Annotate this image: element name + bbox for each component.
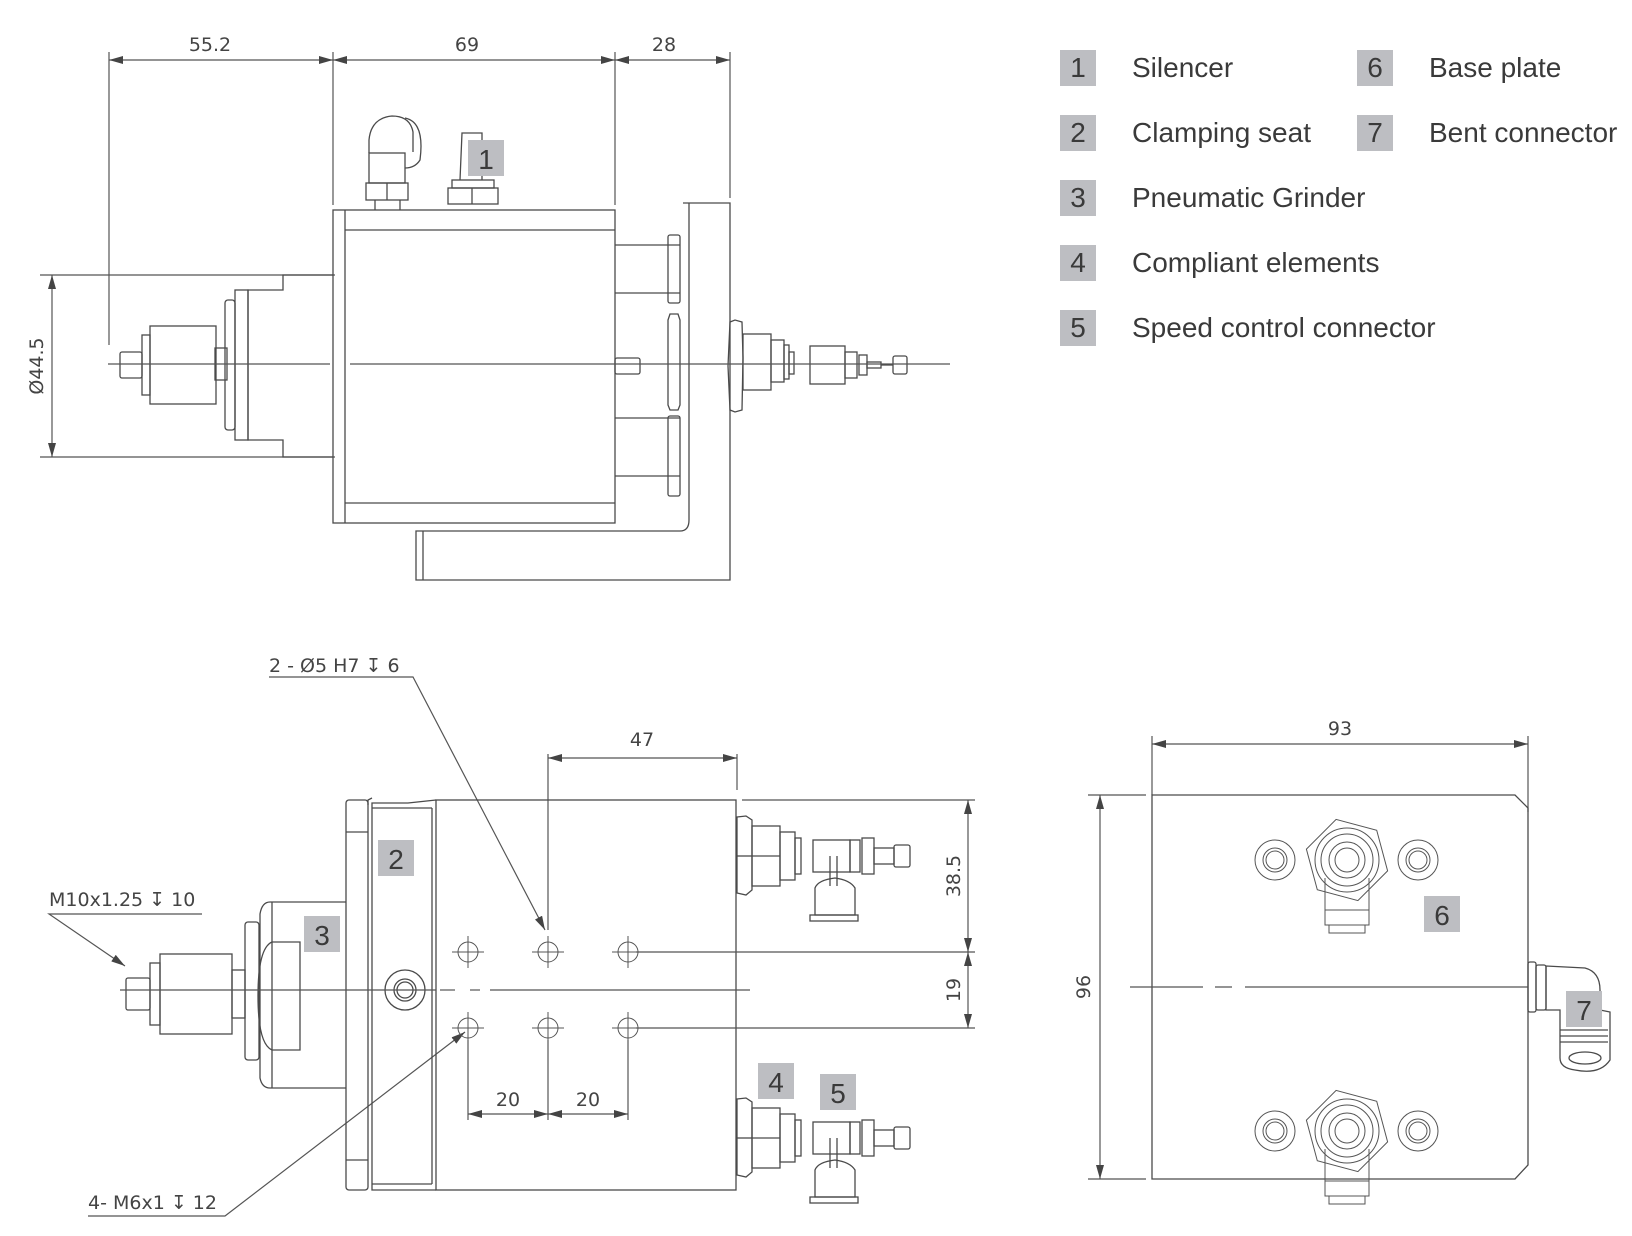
- leader-tapped-holes: [88, 1031, 466, 1217]
- dim-text-bracket-depth: 28: [652, 34, 676, 56]
- dim-text-diameter: Ø44.5: [26, 337, 48, 394]
- badge-5: 5: [820, 1074, 856, 1110]
- compliant-element-washer: [1254, 839, 1296, 881]
- dim-text-body-length: 69: [455, 34, 479, 56]
- mounting-hole: [452, 1012, 484, 1044]
- legend-label: Pneumatic Grinder: [1132, 182, 1366, 213]
- collet-nut: [149, 325, 217, 405]
- svg-text:4: 4: [768, 1067, 784, 1098]
- technical-drawing: 55.2 69 28 Ø44.5 1 2 - Ø5 H7 ↧ 6 M10x1.2…: [26, 34, 1611, 1217]
- mounting-hole: [452, 936, 484, 968]
- legend-label: Compliant elements: [1132, 247, 1380, 278]
- compliant-element-washer: [1397, 1110, 1439, 1152]
- compliant-element-washer: [1254, 1110, 1296, 1152]
- badge-1: 1: [468, 140, 504, 176]
- dim-text-pin-offset: 47: [630, 729, 654, 751]
- dim-text-tool-extension: 55.2: [189, 34, 231, 56]
- legend-label: Base plate: [1429, 52, 1562, 83]
- svg-text:6: 6: [1434, 900, 1450, 931]
- legend-label: Speed control connector: [1132, 312, 1436, 343]
- legend-label: Silencer: [1132, 52, 1234, 83]
- leader-spindle-thread: [47, 913, 202, 967]
- badge-7: 7: [1566, 991, 1602, 1027]
- grinder-body: [332, 209, 616, 524]
- callout-tapped-holes: 4- M6x1 ↧ 12: [88, 1192, 217, 1214]
- legend-number: 3: [1060, 180, 1096, 216]
- legend-item-clamping-seat: 2 Clamping seat: [1060, 115, 1311, 151]
- dim-text-pitch-2: 20: [576, 1089, 600, 1111]
- compliant-element: [667, 415, 681, 497]
- legend-item-pneumatic-grinder: 3 Pneumatic Grinder: [1060, 180, 1365, 216]
- compliant-element-washer: [1397, 839, 1439, 881]
- clamping-seat-top: [345, 799, 369, 1191]
- legend-item-silencer: 1 Silencer: [1060, 50, 1233, 86]
- dim-text-width: 93: [1328, 718, 1352, 740]
- svg-text:5: 5: [830, 1078, 846, 1109]
- legend-number: 1: [1060, 50, 1096, 86]
- svg-text:7: 7: [1576, 995, 1592, 1026]
- legend-label: Clamping seat: [1132, 117, 1311, 148]
- callout-dowel-holes: 2 - Ø5 H7 ↧ 6: [269, 655, 400, 677]
- collet-top: [159, 953, 233, 1035]
- legend-item-compliant-elements: 4 Compliant elements: [1060, 245, 1379, 281]
- callout-spindle-thread: M10x1.25 ↧ 10: [49, 889, 195, 911]
- mounting-hole: [532, 1012, 564, 1044]
- legend-number: 2: [1060, 115, 1096, 151]
- top-view: 2 - Ø5 H7 ↧ 6 M10x1.25 ↧ 10 4- M6x1 ↧ 12…: [47, 655, 975, 1217]
- legend-number: 4: [1060, 245, 1096, 281]
- tool-shank: [119, 351, 143, 379]
- dim-text-height: 96: [1073, 975, 1095, 999]
- badge-4: 4: [758, 1063, 794, 1099]
- legend-label: Bent connector: [1429, 117, 1618, 148]
- legend-item-bent-connector: 7 Bent connector: [1357, 115, 1617, 151]
- dim-text-hole-row-spacing: 19: [943, 978, 965, 1002]
- dim-text-top-to-hole-row: 38.5: [943, 855, 965, 897]
- badge-6: 6: [1424, 896, 1460, 932]
- grinder-body-top: [435, 799, 737, 1191]
- legend-number: 5: [1060, 310, 1096, 346]
- legend-number: 7: [1357, 115, 1393, 151]
- bent-connector-top: [365, 115, 422, 210]
- speed-control-connector-side: [614, 319, 908, 413]
- hex-fitting: [1305, 818, 1389, 934]
- mounting-hole: [532, 936, 564, 968]
- speed-control-connector-lower: [736, 1097, 911, 1204]
- svg-text:1: 1: [478, 144, 494, 175]
- legend-number: 6: [1357, 50, 1393, 86]
- legend-item-base-plate: 6 Base plate: [1357, 50, 1561, 86]
- clamping-flange: [247, 274, 333, 458]
- svg-text:2: 2: [388, 844, 404, 875]
- end-view: 93 96 6 7: [1073, 718, 1611, 1205]
- hex-fitting: [1305, 1089, 1389, 1205]
- badge-2: 2: [378, 840, 414, 876]
- side-view: 55.2 69 28 Ø44.5 1: [26, 34, 950, 581]
- legend-item-speed-control-connector: 5 Speed control connector: [1060, 310, 1436, 346]
- svg-text:3: 3: [314, 920, 330, 951]
- badge-3: 3: [304, 916, 340, 952]
- dim-text-pitch-1: 20: [496, 1089, 520, 1111]
- speed-control-connector-upper: [736, 815, 911, 922]
